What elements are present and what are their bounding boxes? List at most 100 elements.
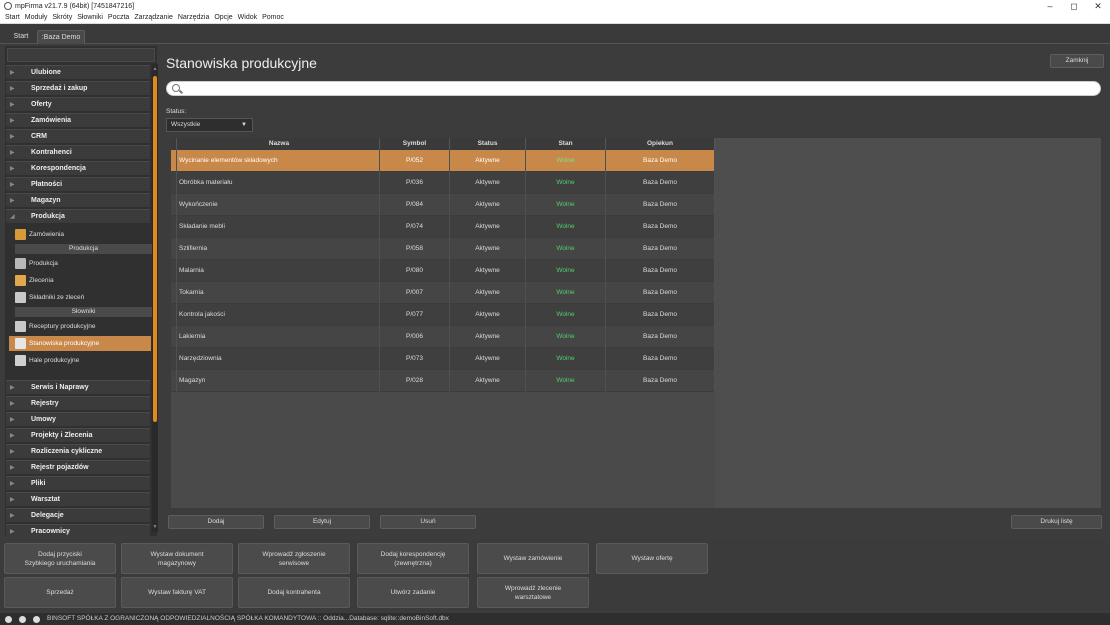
- quick-add-shortcut-button[interactable]: Dodaj przyciski Szybkiego uruchamiania: [4, 543, 116, 574]
- menu-moduly[interactable]: Moduły: [25, 14, 48, 21]
- sidebar-category-sprzedaz[interactable]: ▶ Sprzedaż i zakup: [6, 81, 150, 95]
- table-row[interactable]: Obróbka materiału P/036 Aktywne Wolne Baza D…: [171, 172, 715, 194]
- cell-nazwa: Obróbka materiału: [177, 172, 380, 194]
- sidebar-category-umowy[interactable]: ▶ Umowy: [6, 412, 150, 426]
- sidebar-category-warsztat[interactable]: ▶ Warsztat: [6, 492, 150, 506]
- table-row[interactable]: Tokarnia P/007 Aktywne Wolne Baza Demo: [171, 282, 715, 304]
- table-row[interactable]: Składanie mebli P/074 Aktywne Wolne Baza Dem…: [171, 216, 715, 238]
- sidebar-category-ulubione[interactable]: ▶ Ulubione: [6, 65, 150, 79]
- add-button[interactable]: Dodaj: [168, 515, 264, 529]
- close-button[interactable]: Zamknij: [1050, 54, 1104, 68]
- table-row[interactable]: Magazyn P/028 Aktywne Wolne Baza Demo: [171, 370, 715, 392]
- sidebar-item-receptury[interactable]: Receptury produkcyjne: [9, 319, 151, 334]
- sidebar-item-produkcja[interactable]: Produkcja: [9, 256, 151, 271]
- sidebar-category-platnosci[interactable]: ▶ Płatności: [6, 177, 150, 191]
- sidebar-item-skladniki[interactable]: Składniki ze zleceń: [9, 290, 151, 305]
- table-row[interactable]: Malarnia P/080 Aktywne Wolne Baza Demo: [171, 260, 715, 282]
- quick-vat-invoice-button[interactable]: Wystaw fakturę VAT: [121, 577, 233, 608]
- column-header-stan[interactable]: Stan: [526, 138, 606, 150]
- tab-start[interactable]: Start: [6, 30, 36, 44]
- menu-poczta[interactable]: Poczta: [108, 14, 129, 21]
- cell-status: Aktywne: [450, 150, 526, 172]
- cell-nazwa: Kontrola jakości: [177, 304, 380, 326]
- status-filter-select[interactable]: Wszystkie ▼: [166, 118, 253, 132]
- menu-widok[interactable]: Widok: [238, 14, 257, 21]
- column-header-symbol[interactable]: Symbol: [380, 138, 450, 150]
- quick-correspondence-button[interactable]: Dodaj korespondencję (zewnętrzna): [357, 543, 469, 574]
- sidebar-category-oferty[interactable]: ▶ Oferty: [6, 97, 150, 111]
- menu-narzedzia[interactable]: Narzędzia: [178, 14, 210, 21]
- window-title: mpFirma v21.7.9 (64bit) [7451847216]: [15, 2, 135, 10]
- menu-slowniki[interactable]: Słowniki: [77, 14, 103, 21]
- sidebar-category-magazyn[interactable]: ▶ Magazyn: [6, 193, 150, 207]
- quick-service-request-button[interactable]: Wprowadź zgłoszenie serwisowe: [238, 543, 350, 574]
- sidebar-item-stanowiska[interactable]: Stanowiska produkcyjne: [9, 336, 151, 351]
- menu-skroty[interactable]: Skróty: [52, 14, 72, 21]
- quick-offer-button[interactable]: Wystaw ofertę: [596, 543, 708, 574]
- column-header-nazwa[interactable]: Nazwa: [177, 138, 380, 150]
- column-header-opiekun[interactable]: Opiekun: [606, 138, 715, 150]
- cell-status: Aktywne: [450, 326, 526, 348]
- sidebar-category-korespondencja[interactable]: ▶ Korespondencja: [6, 161, 150, 175]
- minimize-button[interactable]: –: [1038, 0, 1062, 12]
- sidebar-category-rozliczenia[interactable]: ▶ Rozliczenia cykliczne: [6, 444, 150, 458]
- cell-stan: Wolne: [526, 238, 606, 260]
- menu-zarzadzanie[interactable]: Zarządzanie: [134, 14, 173, 21]
- sidebar: ▶ Ulubione ▶ Sprzedaż i zakup ▶ Oferty ▶ Zam…: [5, 46, 158, 536]
- table-row[interactable]: Narzędziownia P/073 Aktywne Wolne Baza Demo: [171, 348, 715, 370]
- cell-nazwa: Wycinanie elementów składowych: [177, 150, 380, 172]
- scroll-down-icon[interactable]: ▼: [152, 524, 158, 530]
- scroll-up-icon[interactable]: ▲: [152, 66, 158, 72]
- sidebar-category-pliki[interactable]: ▶ Pliki: [6, 476, 150, 490]
- chevron-down-icon: ▼: [241, 122, 247, 128]
- quick-add-contractor-button[interactable]: Dodaj kontrahenta: [238, 577, 350, 608]
- sidebar-category-delegacje[interactable]: ▶ Delegacje: [6, 508, 150, 522]
- column-header-status[interactable]: Status: [450, 138, 526, 150]
- cell-nazwa: Tokarnia: [177, 282, 380, 304]
- quick-sale-button[interactable]: Sprzedaż: [4, 577, 116, 608]
- menu-opcje[interactable]: Opcje: [214, 14, 232, 21]
- menu-pomoc[interactable]: Pomoc: [262, 14, 284, 21]
- sidebar-category-rejestry[interactable]: ▶ Rejestry: [6, 396, 150, 410]
- scrollbar-thumb[interactable]: [153, 76, 157, 422]
- cell-stan: Wolne: [526, 326, 606, 348]
- quick-warehouse-doc-button[interactable]: Wystaw dokument magazynowy: [121, 543, 233, 574]
- delete-button[interactable]: Usuń: [380, 515, 476, 529]
- sidebar-category-produkcja[interactable]: ◢ Produkcja: [6, 209, 150, 223]
- expand-arrow-icon: ▶: [10, 401, 15, 407]
- close-window-button[interactable]: ✕: [1086, 0, 1110, 12]
- search-input[interactable]: [185, 83, 1085, 94]
- table-row[interactable]: Wykończenie P/084 Aktywne Wolne Baza Demo: [171, 194, 715, 216]
- sidebar-category-pojazdy[interactable]: ▶ Rejestr pojazdów: [6, 460, 150, 474]
- sidebar-category-projekty[interactable]: ▶ Projekty i Zlecenia: [6, 428, 150, 442]
- sidebar-category-kontrahenci[interactable]: ▶ Kontrahenci: [6, 145, 150, 159]
- cell-nazwa: Szlifiernia: [177, 238, 380, 260]
- expand-arrow-icon: ▶: [10, 86, 15, 92]
- cell-stan: Wolne: [526, 194, 606, 216]
- cell-status: Aktywne: [450, 172, 526, 194]
- table-row[interactable]: Wycinanie elementów składowych P/052 Aktyw…: [171, 150, 715, 172]
- status-dot-icon: [19, 615, 26, 623]
- search-bar[interactable]: [166, 81, 1101, 96]
- quick-workshop-order-button[interactable]: Wprowadź zlecenie warsztatowe: [477, 577, 589, 608]
- print-list-button[interactable]: Drukuj listę: [1011, 515, 1102, 529]
- sidebar-scrollbar[interactable]: ▲ ▼: [152, 64, 158, 532]
- quick-order-button[interactable]: Wystaw zamówienie: [477, 543, 589, 574]
- quick-create-task-button[interactable]: Utwórz zadanie: [357, 577, 469, 608]
- sidebar-category-pracownicy[interactable]: ▶ Pracownicy: [6, 524, 150, 536]
- table-row[interactable]: Kontrola jakości P/077 Aktywne Wolne Baza De…: [171, 304, 715, 326]
- sidebar-item-hale[interactable]: Hale produkcyjne: [9, 353, 151, 368]
- table-row[interactable]: Szlifiernia P/058 Aktywne Wolne Baza Demo: [171, 238, 715, 260]
- sidebar-category-crm[interactable]: ▶ CRM: [6, 129, 150, 143]
- sidebar-item-zlecenia[interactable]: Zlecenia: [9, 273, 151, 288]
- main-panel: Stanowiska produkcyjne Zamknij Status: W…: [163, 46, 1110, 536]
- menu-start[interactable]: Start: [5, 14, 20, 21]
- tab-baza-demo[interactable]: :Baza Demo: [37, 30, 85, 44]
- sidebar-item-zamowienia[interactable]: Zamówienia: [9, 227, 151, 242]
- expand-arrow-icon: ▶: [10, 433, 15, 439]
- sidebar-category-serwis[interactable]: ▶ Serwis i Naprawy: [6, 380, 150, 394]
- table-row[interactable]: Lakiernia P/006 Aktywne Wolne Baza Demo: [171, 326, 715, 348]
- edit-button[interactable]: Edytuj: [274, 515, 370, 529]
- sidebar-category-zamowienia[interactable]: ▶ Zamówienia: [6, 113, 150, 127]
- maximize-button[interactable]: ◻: [1062, 0, 1086, 12]
